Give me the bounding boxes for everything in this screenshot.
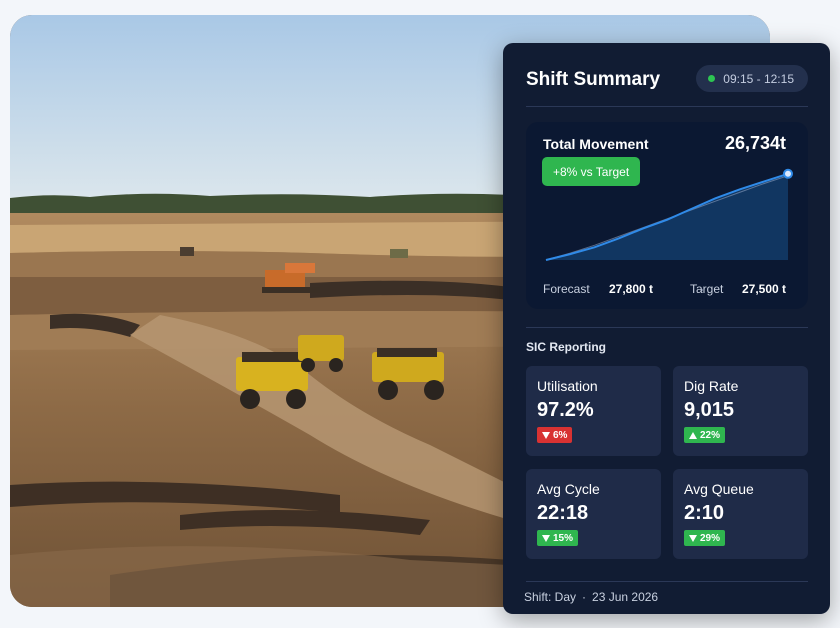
kpi-delta-badge: 15% (537, 530, 579, 546)
kpi-card-avg-queue[interactable]: Avg Queue 2:10 29% (673, 469, 808, 559)
section-divider (526, 327, 808, 328)
footer-divider (526, 581, 808, 582)
total-movement-card: Total Movement 26,734t +8% vs Target For… (526, 122, 808, 309)
panel-footer: Shift: Day · 23 Jun 2026 (524, 590, 658, 604)
kpi-value: 2:10 (684, 502, 725, 524)
down-arrow-icon (689, 534, 697, 542)
target-label: Target (690, 282, 724, 296)
total-movement-value: 26,734t (724, 133, 786, 153)
kpi-delta-badge: 22% (684, 427, 726, 443)
shift-time-range: 09:15 - 12:15 (723, 71, 794, 86)
vs-target-badge: +8% vs Target (542, 157, 641, 186)
kpi-label: Dig Rate (684, 378, 739, 394)
panel-title: Shift Summary (526, 69, 661, 90)
kpi-value: 22:18 (537, 502, 589, 524)
forecast-label: Forecast (543, 282, 590, 296)
kpi-delta-value: 22% (700, 429, 721, 441)
down-arrow-icon (542, 431, 550, 439)
total-movement-label: Total Movement (543, 136, 649, 152)
kpi-label: Utilisation (537, 378, 598, 394)
kpi-delta-badge: 29% (684, 530, 726, 546)
shift-time-pill: 09:15 - 12:15 (696, 65, 808, 92)
target-value: 27,500 t (742, 282, 787, 296)
kpi-value: 97.2% (537, 399, 594, 421)
live-status-dot (708, 75, 716, 82)
down-arrow-icon (542, 534, 550, 542)
kpi-card-dig-rate[interactable]: Dig Rate 9,015 22% (673, 366, 808, 456)
kpi-delta-badge: 6% (537, 427, 573, 443)
kpi-label: Avg Cycle (537, 481, 600, 497)
sic-reporting-title: SIC Reporting (526, 340, 606, 354)
movement-end-point (783, 168, 793, 179)
kpi-value: 9,015 (684, 399, 735, 421)
kpi-card-utilisation[interactable]: Utilisation 97.2% 6% (526, 366, 661, 456)
shift-date: 23 Jun 2026 (592, 590, 659, 604)
kpi-delta-value: 29% (700, 532, 721, 544)
forecast-value: 27,800 t (609, 282, 654, 296)
kpi-label: Avg Queue (684, 481, 754, 497)
footer-separator: · (582, 590, 587, 604)
shift-name: Shift: Day (524, 590, 577, 604)
header-divider (526, 106, 808, 107)
kpi-delta-value: 15% (553, 532, 574, 544)
shift-summary-panel: Shift Summary 09:15 - 12:15 Total Moveme… (503, 43, 830, 614)
kpi-card-avg-cycle[interactable]: Avg Cycle 22:18 15% (526, 469, 661, 559)
kpi-delta-value: 6% (553, 429, 568, 441)
movement-area (546, 173, 788, 260)
up-arrow-icon (689, 431, 697, 439)
